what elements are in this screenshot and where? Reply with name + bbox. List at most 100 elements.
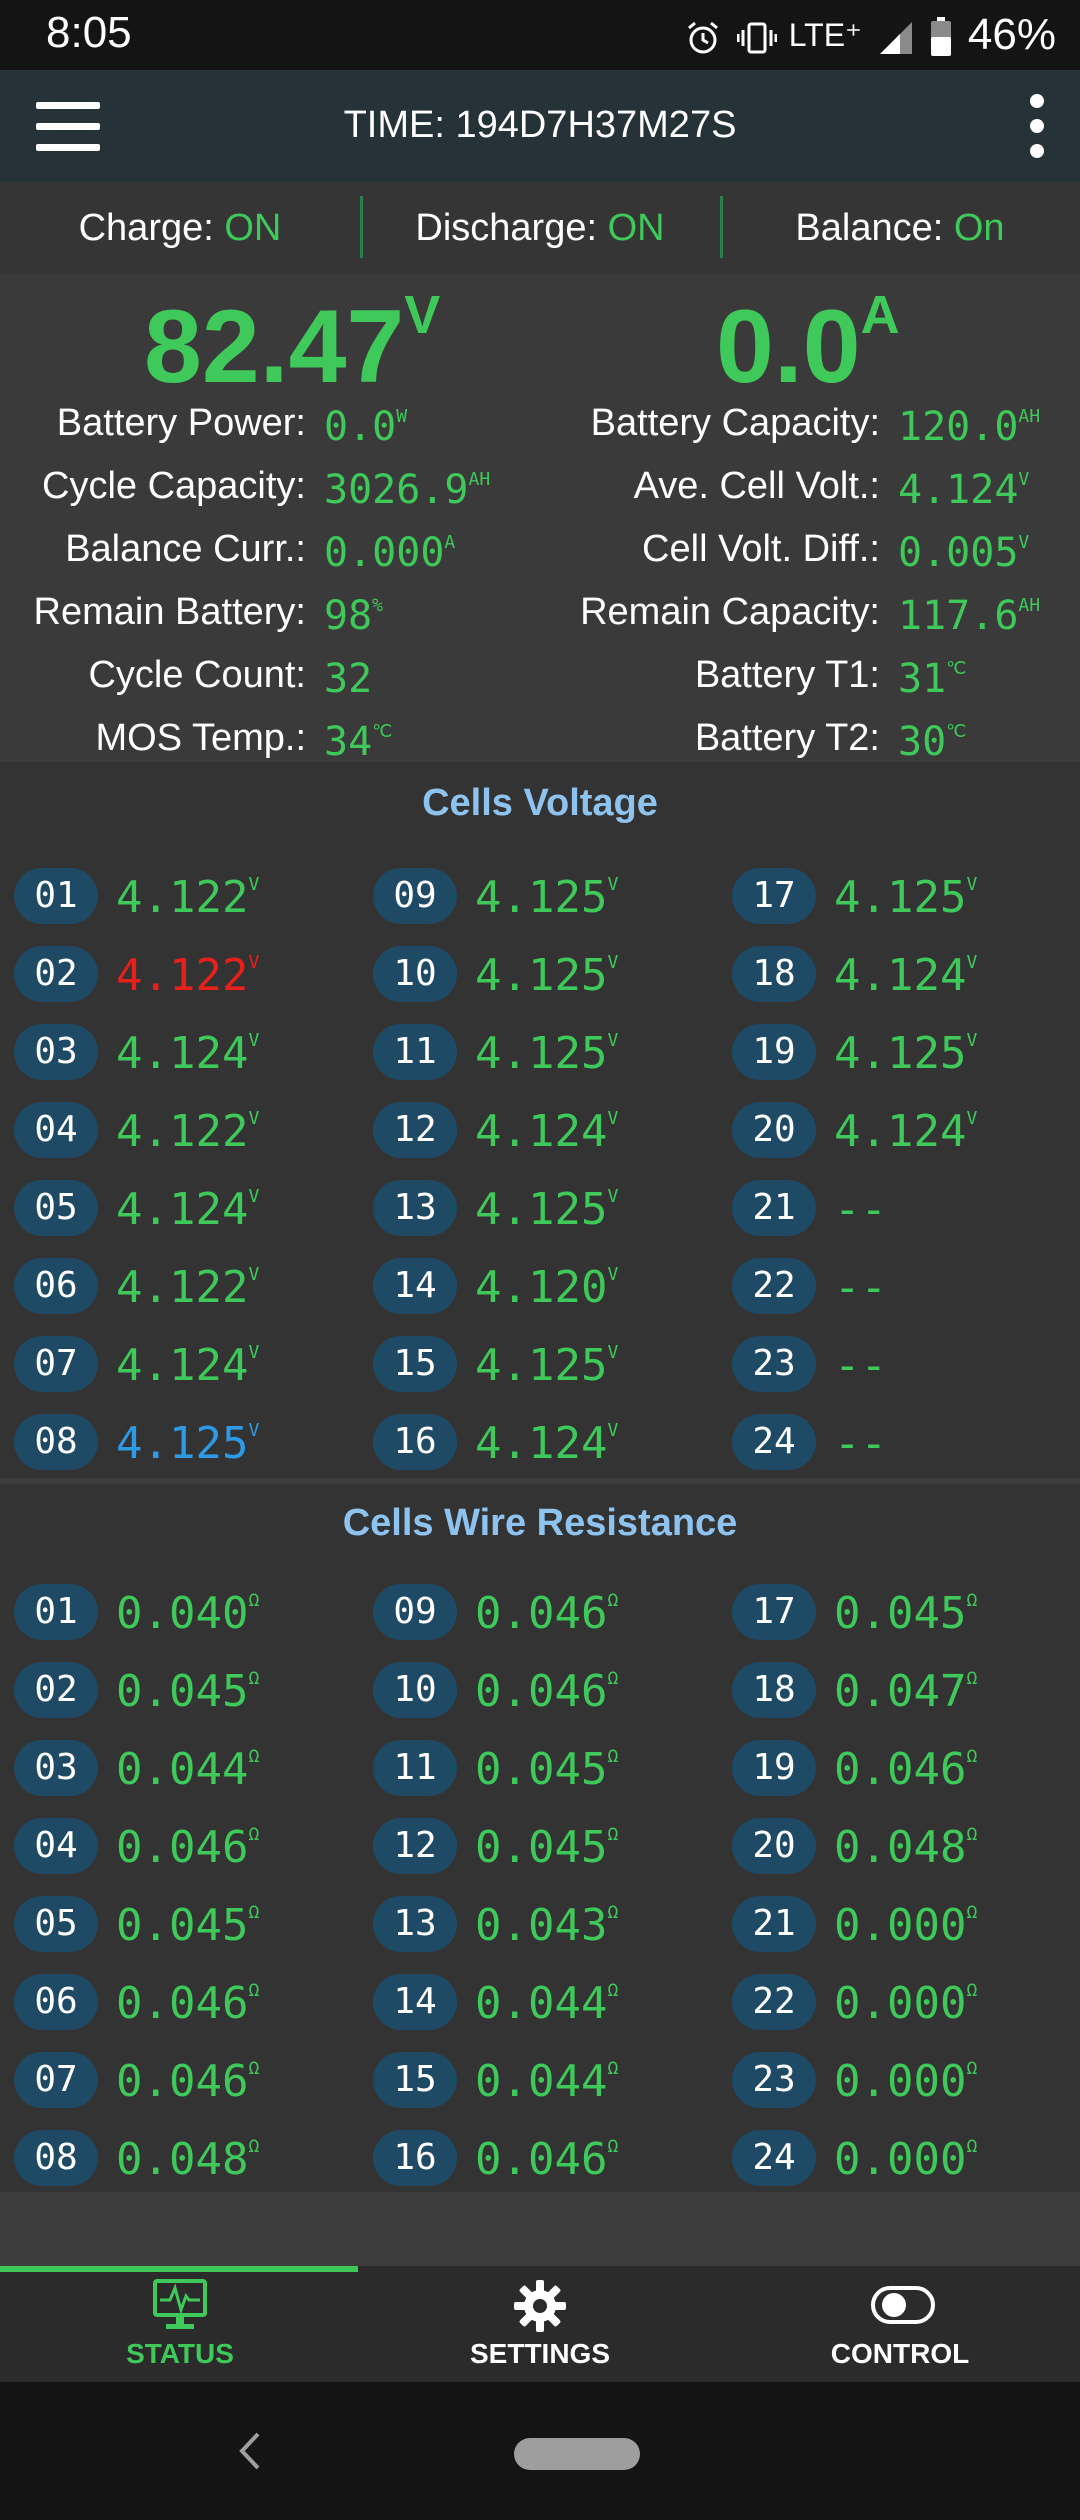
tab-status[interactable]: STATUS [0, 2266, 360, 2382]
cell-number-badge: 15 [373, 1336, 457, 1392]
cell-number-badge: 04 [14, 1818, 98, 1874]
cells-resistance-section: Cells Wire Resistance 01 0.040Ω 02 0.045Ω 03… [0, 1484, 1080, 2192]
switch-status-row: Charge: ON Discharge: ON Balance: On [0, 182, 1080, 274]
cell-item: 08 0.048Ω [14, 2130, 354, 2186]
right-stat-unit: AH [1018, 406, 1041, 427]
cell-value-unit: Ω [607, 1902, 619, 1923]
cells-voltage-section: Cells Voltage 01 4.122V 02 4.122V 03 4.124V 04… [0, 762, 1080, 1478]
right-stat-label: Remain Capacity: [580, 591, 880, 633]
cell-item: 05 0.045Ω [14, 1896, 354, 1952]
cell-value: 0.043Ω [475, 1900, 618, 1951]
right-stat-label: Battery T1: [694, 654, 880, 696]
cell-value: 4.120V [475, 1262, 618, 1313]
cell-value: -- [834, 1340, 887, 1391]
cell-value-unit: Ω [607, 2058, 619, 2079]
cell-value-number: 0.045 [475, 1822, 608, 1873]
cell-number-badge: 05 [14, 1896, 98, 1952]
tab-settings[interactable]: SETTINGS [360, 2266, 720, 2382]
cell-value: 0.048Ω [116, 2134, 259, 2185]
cell-value-number: 4.122 [116, 1262, 249, 1313]
cell-number-badge: 11 [373, 1740, 457, 1796]
more-options-icon[interactable] [1026, 94, 1046, 158]
cell-value: 0.048Ω [834, 1822, 977, 1873]
back-icon[interactable] [232, 2426, 268, 2476]
cell-value-number: 0.044 [475, 1978, 608, 2029]
cell-value-number: 4.124 [116, 1340, 249, 1391]
cell-value-unit: V [248, 1264, 260, 1285]
cell-value-unit: V [607, 1030, 619, 1051]
cell-number-badge: 17 [732, 868, 816, 924]
cell-value-unit: Ω [966, 2136, 978, 2157]
cell-value-number: 4.125 [475, 1184, 608, 1235]
cell-number-badge: 01 [14, 868, 98, 924]
cell-value: 4.125V [475, 950, 618, 1001]
cell-value: 4.124V [834, 950, 977, 1001]
right-stat-value: 30℃ [898, 719, 966, 765]
cell-value: 4.125V [834, 872, 977, 923]
cell-value-number: 0.000 [834, 1900, 967, 1951]
cells-resistance-title: Cells Wire Resistance [342, 1502, 738, 1544]
balance-status[interactable]: Balance: On [720, 182, 1080, 274]
cell-item: 09 0.046Ω [373, 1584, 713, 1640]
right-stat-row: Battery T1: 31℃ [0, 654, 1080, 704]
cell-value-number: -- [834, 1184, 887, 1235]
cell-value-unit: Ω [966, 1824, 978, 1845]
cell-value-number: 0.045 [834, 1588, 967, 1639]
cell-value: 4.124V [475, 1106, 618, 1157]
cell-value-unit: Ω [607, 1824, 619, 1845]
monitor-pulse-icon [153, 2279, 207, 2329]
battery-percent: 46% [967, 10, 1056, 59]
right-stat-row: Cell Volt. Diff.: 0.005V [0, 528, 1080, 578]
cell-value-unit: V [248, 1108, 260, 1129]
home-pill[interactable] [514, 2438, 640, 2470]
cell-value: 4.122V [116, 950, 259, 1001]
cell-value-number: -- [834, 1262, 887, 1313]
cell-number-badge: 13 [373, 1180, 457, 1236]
pack-voltage: 82.47V [144, 285, 440, 407]
cell-value-unit: V [248, 1420, 260, 1441]
cell-value: 4.124V [116, 1340, 259, 1391]
cell-item: 11 0.045Ω [373, 1740, 713, 1796]
cell-item: 11 4.125V [373, 1024, 713, 1080]
cell-value: 0.045Ω [116, 1900, 259, 1951]
pack-current-unit: A [860, 285, 900, 345]
cell-item: 10 0.046Ω [373, 1662, 713, 1718]
cell-value-number: 0.000 [834, 2134, 967, 2185]
right-stat-number: 31 [898, 656, 947, 702]
right-stat-row: Battery T2: 30℃ [0, 717, 1080, 767]
charge-status[interactable]: Charge: ON [0, 182, 360, 274]
vibrate-icon [736, 17, 778, 54]
cell-value: -- [834, 1418, 887, 1469]
cell-value-number: 4.122 [116, 950, 249, 1001]
cell-number-badge: 07 [14, 2052, 98, 2108]
pack-current-value: 0.0 [716, 289, 861, 405]
signal-icon [878, 17, 914, 54]
cell-value-unit: Ω [607, 2136, 619, 2157]
cell-value-number: 4.124 [116, 1028, 249, 1079]
cell-number-badge: 17 [732, 1584, 816, 1640]
cell-value-number: 4.125 [475, 872, 608, 923]
cell-value-unit: Ω [248, 2058, 260, 2079]
network-type: LTE⁺ [788, 17, 862, 53]
discharge-status[interactable]: Discharge: ON [360, 182, 720, 274]
cell-value: 4.122V [116, 1106, 259, 1157]
cell-value-number: 4.125 [475, 1340, 608, 1391]
right-stat-row: Battery Capacity: 120.0AH [0, 402, 1080, 452]
cell-value: 0.046Ω [475, 2134, 618, 2185]
right-stat-unit: V [1018, 532, 1030, 553]
tab-status-label: STATUS [126, 2338, 234, 2369]
right-stat-label: Battery Capacity: [590, 402, 880, 444]
cell-number-badge: 06 [14, 1974, 98, 2030]
cell-value-number: 0.000 [834, 2056, 967, 2107]
cell-value-unit: Ω [248, 1668, 260, 1689]
cell-value-number: 0.044 [116, 1744, 249, 1795]
cell-value-unit: V [966, 874, 978, 895]
cell-value-unit: Ω [248, 1590, 260, 1611]
cell-value-number: 4.122 [116, 1106, 249, 1157]
cell-value: 0.044Ω [475, 1978, 618, 2029]
tab-control[interactable]: CONTROL [720, 2266, 1080, 2382]
cell-item: 24 -- [732, 1414, 1072, 1470]
cell-value-unit: V [966, 952, 978, 973]
cell-value: 0.044Ω [116, 1744, 259, 1795]
pack-current: 0.0A [716, 285, 900, 407]
